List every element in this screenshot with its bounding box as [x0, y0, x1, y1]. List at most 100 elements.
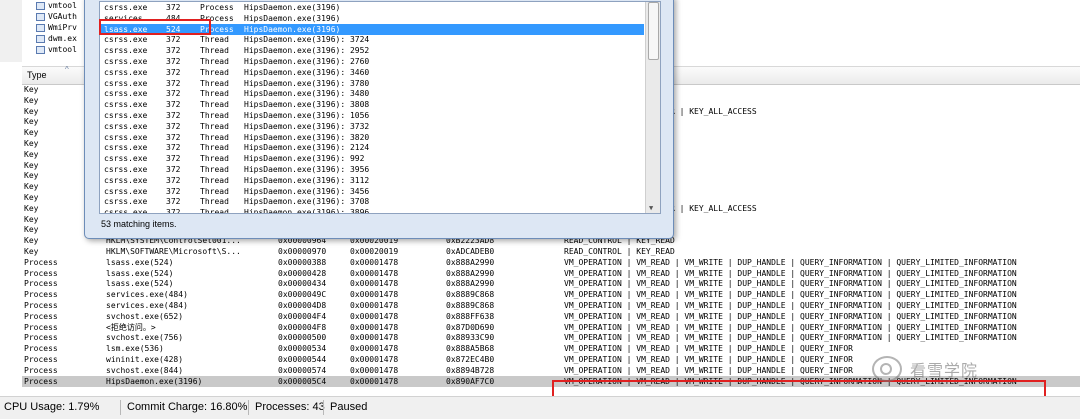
result-cell-pid: 372: [166, 165, 181, 174]
result-cell-pid: 524: [166, 24, 181, 34]
process-tree-item[interactable]: dwm.ex: [22, 33, 84, 44]
search-result-row[interactable]: csrss.exe 372 Thread HipsDaemon.exe(3196): …: [100, 45, 644, 56]
search-result-row[interactable]: csrss.exe 372 Thread HipsDaemon.exe(3196): …: [100, 196, 644, 207]
results-scrollbar[interactable]: ▼: [645, 2, 660, 213]
handle-cell-type: Process: [24, 279, 58, 289]
handle-cell-type: Process: [24, 290, 58, 300]
handle-cell-access: VM_OPERATION | VM_READ | VM_WRITE | DUP_…: [564, 290, 1017, 300]
search-result-row[interactable]: services... 484 Process HipsDaemon.exe(3196…: [100, 13, 644, 24]
result-cell-name: csrss.exe: [104, 3, 148, 12]
search-result-row[interactable]: csrss.exe 372 Thread HipsDaemon.exe(3196): …: [100, 110, 644, 121]
handle-cell-obj: 0x00020019: [350, 247, 399, 256]
search-result-row[interactable]: csrss.exe 372 Thread HipsDaemon.exe(3196): …: [100, 132, 644, 143]
handle-cell-handle: 0x00000500: [278, 333, 327, 343]
result-cell-handle: HipsDaemon.exe(3196): [244, 13, 341, 23]
handle-row[interactable]: Process lsass.exe(524) 0x00000434 0x0000147…: [22, 278, 1080, 289]
handle-cell-handle: 0x00000428: [278, 268, 327, 278]
result-cell-pid: 372: [166, 121, 181, 131]
column-header-type[interactable]: Type: [27, 70, 47, 80]
handle-cell-handle: 0x000004D8: [278, 301, 327, 310]
result-cell-name: csrss.exe: [104, 154, 148, 164]
search-result-row[interactable]: csrss.exe 372 Thread HipsDaemon.exe(3196): …: [100, 99, 644, 110]
result-cell-pid: 372: [166, 67, 181, 77]
handle-cell-name: svchost.exe(652): [106, 311, 184, 321]
result-cell-name: csrss.exe: [104, 78, 148, 88]
handle-cell-name: services.exe(484): [106, 290, 188, 300]
handle-cell-type: Process: [24, 257, 58, 267]
search-result-row[interactable]: csrss.exe 372 Thread HipsDaemon.exe(3196): …: [100, 34, 644, 45]
handle-cell-obj: 0x00001478: [350, 257, 399, 267]
search-result-row[interactable]: csrss.exe 372 Thread HipsDaemon.exe(3196): …: [100, 67, 644, 78]
handle-cell-name: lsass.exe(524): [106, 279, 174, 289]
handle-row[interactable]: Process svchost.exe(844) 0x00000574 0x00001…: [22, 365, 1080, 376]
handle-cell-type: Key: [24, 203, 39, 213]
handle-row[interactable]: Process lsass.exe(524) 0x00000428 0x0000147…: [22, 268, 1080, 279]
handle-cell-access: VM_OPERATION | VM_READ | VM_WRITE | DUP_…: [564, 301, 1017, 310]
process-tree-item[interactable]: vmtool: [22, 44, 84, 55]
handle-cell-type: Process: [24, 376, 58, 386]
search-result-row[interactable]: csrss.exe 372 Process HipsDaemon.exe(3196): [100, 2, 644, 13]
process-tree-item[interactable]: WmiPrv: [22, 22, 84, 33]
result-cell-handle: HipsDaemon.exe(3196): [244, 24, 341, 34]
handle-cell-obj: 0x00001478: [350, 355, 399, 364]
handle-row[interactable]: Process wininit.exe(428) 0x00000544 0x00001…: [22, 354, 1080, 365]
handle-cell-type: Process: [24, 301, 58, 310]
handle-cell-name: <拒绝访问。>: [106, 322, 156, 332]
scroll-down-arrow-icon[interactable]: ▼: [649, 204, 653, 212]
handle-cell-handle: 0x00000534: [278, 344, 327, 354]
handle-cell-type: Key: [24, 128, 39, 138]
search-result-row[interactable]: csrss.exe 372 Thread HipsDaemon.exe(3196): …: [100, 207, 644, 214]
handle-cell-obj: 0x00001478: [350, 322, 399, 332]
handle-row[interactable]: Process lsm.exe(536) 0x00000534 0x00001478 0…: [22, 343, 1080, 354]
handle-row[interactable]: Process services.exe(484) 0x0000049C 0x0000…: [22, 289, 1080, 300]
handle-cell-access: VM_OPERATION | VM_READ | VM_WRITE | DUP_…: [564, 268, 1017, 278]
handle-row[interactable]: Process <拒绝访问。> 0x000004F8 0x00001478 0x87D0…: [22, 322, 1080, 333]
result-cell-handle: HipsDaemon.exe(3196): 3820: [244, 132, 370, 142]
handle-cell-type: Key: [24, 149, 39, 159]
handle-cell-access: VM_OPERATION | VM_READ | VM_WRITE | DUP_…: [564, 333, 1017, 343]
search-result-row[interactable]: csrss.exe 372 Thread HipsDaemon.exe(3196): …: [100, 164, 644, 175]
handle-row[interactable]: Process services.exe(484) 0x000004D8 0x0000…: [22, 300, 1080, 311]
search-result-row[interactable]: csrss.exe 372 Thread HipsDaemon.exe(3196): …: [100, 78, 644, 89]
result-cell-type: Thread: [200, 57, 229, 66]
result-cell-type: Thread: [200, 175, 229, 185]
handle-cell-access: VM_OPERATION | VM_READ | VM_WRITE | DUP_…: [564, 257, 1017, 267]
search-result-row[interactable]: csrss.exe 372 Thread HipsDaemon.exe(3196): …: [100, 153, 644, 164]
process-tree-item[interactable]: vmtool: [22, 0, 84, 11]
handle-row[interactable]: Process HipsDaemon.exe(3196) 0x000005C4 0x0…: [22, 375, 1080, 387]
handle-cell-type: Key: [24, 193, 39, 202]
result-cell-name: csrss.exe: [104, 57, 148, 66]
handle-cell-handle: 0x000004F8: [278, 322, 327, 332]
match-count-label: 53 matching items.: [101, 219, 177, 229]
search-result-row[interactable]: csrss.exe 372 Thread HipsDaemon.exe(3196): …: [100, 186, 644, 197]
scrollbar-thumb[interactable]: [648, 2, 659, 60]
result-cell-name: csrss.exe: [104, 143, 148, 153]
handle-cell-addr: 0x8889C868: [446, 301, 495, 310]
handle-row[interactable]: Key HKLM\SOFTWARE\Microsoft\S... 0x0000097…: [22, 246, 1080, 257]
process-icon: [36, 23, 45, 32]
result-cell-handle: HipsDaemon.exe(3196): 3724: [244, 35, 370, 45]
search-result-row[interactable]: csrss.exe 372 Thread HipsDaemon.exe(3196): …: [100, 121, 644, 132]
result-cell-pid: 372: [166, 208, 181, 214]
handle-row[interactable]: Process lsass.exe(524) 0x00000388 0x0000147…: [22, 257, 1080, 268]
handle-cell-name: HKLM\SOFTWARE\Microsoft\S...: [106, 247, 241, 256]
handle-cell-type: Key: [24, 160, 39, 170]
process-tree-item[interactable]: VGAuth: [22, 11, 84, 22]
search-result-row[interactable]: csrss.exe 372 Thread HipsDaemon.exe(3196): …: [100, 88, 644, 99]
search-result-row[interactable]: lsass.exe 524 Process HipsDaemon.exe(3196): [100, 23, 644, 35]
search-result-row[interactable]: csrss.exe 372 Thread HipsDaemon.exe(3196): …: [100, 142, 644, 153]
search-result-row[interactable]: csrss.exe 372 Thread HipsDaemon.exe(3196): …: [100, 56, 644, 67]
result-cell-handle: HipsDaemon.exe(3196): 3456: [244, 186, 370, 196]
result-cell-pid: 372: [166, 100, 181, 110]
search-result-row[interactable]: csrss.exe 372 Thread HipsDaemon.exe(3196): …: [100, 175, 644, 186]
handle-cell-type: Key: [24, 139, 39, 148]
handle-cell-addr: 0x8894B728: [446, 365, 495, 375]
result-cell-type: Thread: [200, 89, 229, 99]
handle-row[interactable]: Process svchost.exe(652) 0x000004F4 0x00001…: [22, 311, 1080, 322]
handle-cell-name: lsass.exe(524): [106, 268, 174, 278]
handle-row[interactable]: Process svchost.exe(756) 0x00000500 0x00001…: [22, 332, 1080, 343]
result-cell-handle: HipsDaemon.exe(3196): 3112: [244, 175, 370, 185]
handle-cell-obj: 0x00001478: [350, 376, 399, 386]
result-cell-handle: HipsDaemon.exe(3196): 3480: [244, 89, 370, 99]
result-cell-name: csrss.exe: [104, 46, 148, 56]
